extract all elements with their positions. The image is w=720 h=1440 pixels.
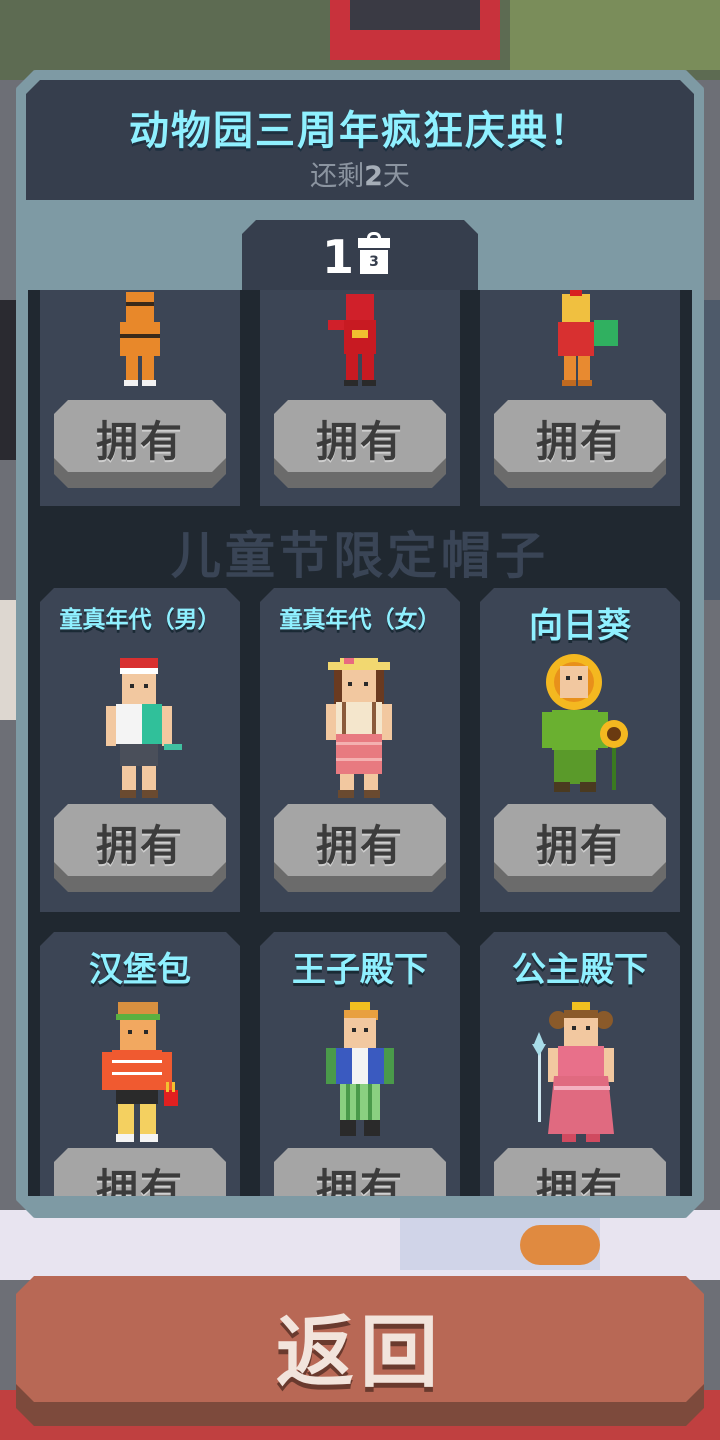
- reward-card: 童真年代（男） 拥有: [40, 588, 240, 912]
- card-title: 向日葵: [529, 606, 631, 646]
- event-countdown: 还剩2天: [26, 154, 694, 193]
- reward-card: 王子殿下 拥有: [260, 932, 460, 1196]
- own-button[interactable]: 拥有: [494, 804, 666, 892]
- tab-day-1[interactable]: 1 3: [242, 220, 478, 300]
- event-title: 动物园三周年疯狂庆典！: [129, 108, 591, 154]
- own-button[interactable]: 拥有: [274, 804, 446, 892]
- reward-card: 汉堡包 拥有: [40, 932, 240, 1196]
- card-title: 童真年代（女）: [279, 607, 441, 633]
- card-title: 王子殿下: [292, 950, 428, 990]
- gift-icon: 3: [358, 232, 390, 274]
- reward-card: 童真年代（女） 拥有: [260, 588, 460, 912]
- gift-number: 3: [369, 254, 379, 270]
- own-button[interactable]: 拥有: [494, 1148, 666, 1196]
- card-title: 公主殿下: [512, 950, 648, 990]
- own-button[interactable]: 拥有: [274, 1148, 446, 1196]
- own-button[interactable]: 拥有: [54, 400, 226, 488]
- countdown-suffix: 天: [382, 161, 410, 192]
- own-button[interactable]: 拥有: [54, 804, 226, 892]
- red-hero-character-icon: [328, 294, 376, 386]
- reward-list[interactable]: 拥有 拥有 拥有 儿童节限定帽子 童真年代（男） 拥有 童真年代（女） 拥有 向…: [28, 290, 692, 1196]
- own-button[interactable]: 拥有: [54, 1148, 226, 1196]
- own-button[interactable]: 拥有: [494, 400, 666, 488]
- burger-character-icon: [102, 1002, 178, 1142]
- event-header: 动物园三周年疯狂庆典！ 还剩2天: [26, 80, 694, 200]
- own-button[interactable]: 拥有: [274, 400, 446, 488]
- prince-character-icon: [326, 1002, 394, 1136]
- back-button[interactable]: 返回: [16, 1276, 704, 1426]
- reward-card: 向日葵 拥有: [480, 588, 680, 912]
- card-title: 汉堡包: [89, 950, 191, 990]
- reward-card: 拥有: [260, 290, 460, 506]
- reward-card: 拥有: [480, 290, 680, 506]
- girl-character-icon: [326, 658, 392, 798]
- reward-card: 拥有: [40, 290, 240, 506]
- tab-number: 1: [322, 230, 355, 284]
- sunflower-character-icon: [542, 654, 628, 792]
- boy-character-icon: [106, 658, 182, 798]
- rooster-costume-character-icon: [558, 290, 618, 386]
- reward-card: 公主殿下 拥有: [480, 932, 680, 1196]
- section-title: 儿童节限定帽子: [171, 527, 549, 585]
- countdown-prefix: 还剩: [310, 161, 365, 192]
- tiger-costume-character-icon: [120, 292, 160, 386]
- back-button-label: 返回: [275, 1308, 444, 1398]
- countdown-days: 2: [364, 161, 383, 192]
- princess-character-icon: [532, 1002, 614, 1142]
- card-title: 童真年代（男）: [59, 607, 221, 633]
